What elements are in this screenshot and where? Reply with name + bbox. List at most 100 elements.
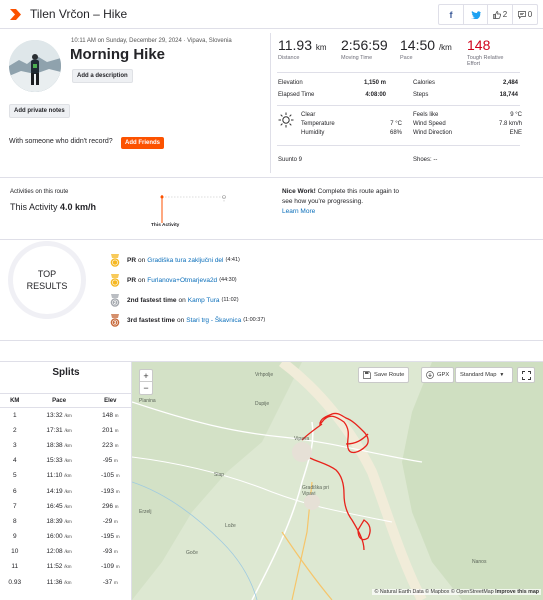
achievement-row: PR on Furlanova+Otmarjeva2d (44:30) (109, 273, 237, 287)
feels-like-label: Feels like (413, 112, 439, 118)
route-this-value: 4.0 km/h (60, 202, 97, 212)
calories-value: 2,484 (502, 80, 518, 86)
segment-link[interactable]: Kamp Tura (188, 297, 220, 304)
split-pace: 13:32 /km (30, 408, 89, 423)
twitter-share-button[interactable] (463, 5, 487, 24)
split-elev-unit: m (115, 564, 120, 570)
map-label-slap: Slap (214, 472, 225, 478)
learn-more-link[interactable]: Learn More (282, 208, 315, 215)
map-label-loze: Lože (225, 523, 236, 529)
kudos-button[interactable]: 2 (487, 5, 512, 24)
kudos-count: 2 (502, 10, 508, 19)
split-row: 8 18:39 /km -29 m (0, 514, 132, 529)
silver-medal-icon: 2 (109, 293, 121, 307)
gpx-label: GPX (437, 372, 450, 378)
elevation-value: 1,150 m (363, 80, 386, 86)
route-map[interactable]: Vrhpolje Dupije Planina Vipava Slap Grad… (132, 362, 543, 600)
map-label-goce: Goče (186, 550, 198, 556)
split-km: 0.93 (8, 578, 22, 586)
split-pace-unit: /km (64, 442, 72, 448)
split-elev: -105 m (89, 468, 132, 483)
route-this-activity: This Activity 4.0 km/h (10, 202, 96, 212)
wind-direction-label: Wind Direction (413, 130, 453, 136)
split-km: 8 (12, 517, 17, 525)
add-description-button[interactable]: Add a description (72, 69, 133, 83)
split-pace: 18:39 /km (30, 514, 89, 529)
fullscreen-button[interactable] (517, 367, 535, 383)
wind-speed-label: Wind Speed (413, 121, 446, 127)
segment-link[interactable]: Furlanova+Otmarjeva2d (147, 277, 217, 284)
segment-link[interactable]: Stari trg - Škavnica (186, 317, 241, 324)
add-private-notes-button[interactable]: Add private notes (9, 104, 70, 118)
route-this-prefix: This Activity (10, 202, 58, 212)
split-pace: 16:45 /km (30, 499, 89, 514)
split-elev-unit: m (114, 503, 119, 509)
split-elev-value: -193 (101, 487, 115, 495)
map-style-select[interactable]: Standard Map ▼ (455, 367, 513, 383)
achievement-rank: 2nd fastest time (127, 296, 177, 304)
segment-link[interactable]: Gradiška tura zaključni del (147, 257, 223, 264)
split-pace-unit: /km (64, 518, 72, 524)
split-elev-value: 296 (102, 502, 113, 510)
elapsed-value: 4:08:00 (365, 92, 386, 98)
split-row: 0.93 11:36 /km -37 m (0, 575, 132, 590)
achievement-rank: 3rd fastest time (127, 316, 176, 324)
split-pace-unit: /km (64, 549, 72, 555)
download-icon (426, 371, 434, 379)
split-elev-value: -37 (102, 578, 113, 586)
activity-datetime: 10:11 AM on Sunday, December 29, 2024 · … (71, 38, 232, 44)
facebook-share-button[interactable]: f (439, 5, 463, 24)
segment-time: (4:41) (225, 257, 240, 263)
stat-moving-time-label: Moving Time (341, 55, 373, 61)
route-chart-point (160, 195, 164, 199)
split-elev-value: -195 (101, 533, 115, 541)
split-elev: -95 m (89, 453, 132, 468)
achievement-row: 2 2nd fastest time on Kamp Tura (11:02) (109, 293, 239, 307)
temperature-value: 7 °C (390, 121, 402, 127)
device-name: Suunto 9 (278, 157, 303, 163)
splits-header-km: KM (0, 393, 30, 408)
wind-speed-value: 7.8 km/h (498, 121, 522, 127)
achievement-on: on (178, 296, 186, 304)
split-pace-value: 11:52 (46, 563, 63, 571)
split-pace-unit: /km (64, 579, 72, 585)
map-zoom-control: + − (139, 369, 153, 395)
split-row: 11 11:52 /km -109 m (0, 559, 132, 574)
zoom-out-button[interactable]: − (140, 382, 152, 394)
relative-effort-value[interactable]: 148 (467, 37, 490, 53)
route-nice-work: Nice Work! Complete this route again to … (282, 187, 402, 217)
split-pace-unit: /km (64, 412, 72, 418)
save-route-button[interactable]: Save Route (358, 367, 410, 383)
comments-button[interactable]: 0 (512, 5, 537, 24)
gpx-download-button[interactable]: GPX (421, 367, 455, 383)
elevation-label: Elevation (278, 80, 303, 86)
strava-chevron-icon (10, 9, 21, 20)
add-friends-button[interactable]: Add Friends (121, 137, 165, 149)
weather-condition: Clear (301, 112, 316, 118)
split-elev-unit: m (115, 473, 120, 479)
split-km: 10 (11, 548, 19, 556)
achievement-on: on (138, 256, 146, 264)
pace-value: 14:50 (400, 37, 436, 53)
twitter-icon (470, 10, 481, 19)
split-elev-unit: m (114, 458, 118, 464)
temperature-label: Temperature (301, 121, 335, 127)
stat-moving-time-value: 2:56:59 (341, 37, 388, 53)
split-elev-unit: m (114, 549, 118, 555)
split-pace-value: 13:32 (46, 411, 63, 419)
split-elev: 296 m (89, 499, 132, 514)
split-pace: 16:00 /km (30, 529, 89, 544)
split-km: 7 (12, 502, 17, 510)
improve-map-link[interactable]: Improve this map (495, 589, 539, 595)
split-pace-unit: /km (64, 427, 72, 433)
split-pace-value: 16:00 (46, 533, 63, 541)
zoom-in-button[interactable]: + (140, 370, 152, 382)
section-divider-2 (0, 239, 543, 240)
attribution-text[interactable]: © Natural Earth Data © Mapbox © OpenStre… (374, 589, 493, 595)
split-row: 5 11:10 /km -105 m (0, 468, 132, 483)
gear-divider (277, 145, 520, 146)
save-route-icon (363, 371, 371, 379)
split-elev-value: -95 (102, 457, 113, 465)
thumbs-up-icon (492, 10, 501, 19)
athlete-avatar[interactable] (9, 40, 61, 92)
